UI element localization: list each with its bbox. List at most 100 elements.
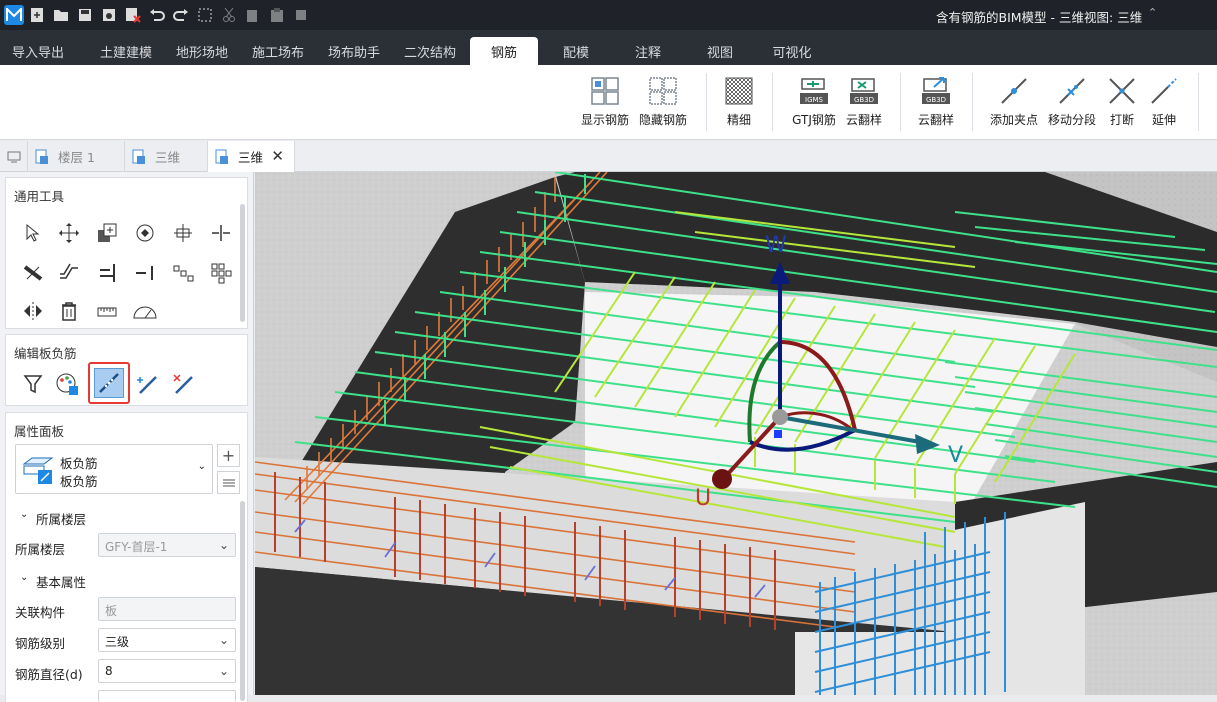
tab-formwork[interactable]: 配模: [548, 37, 604, 65]
tab-rebar[interactable]: 钢筋: [470, 37, 538, 65]
break-button[interactable]: 打断: [1106, 75, 1138, 135]
break-icon: [1109, 78, 1135, 104]
gtj-rebar-icon: IGMS: [800, 78, 828, 104]
delete-icon[interactable]: [56, 298, 82, 324]
select-pointer-icon[interactable]: [20, 220, 46, 246]
gtj-icon-text: IGMS: [805, 96, 824, 104]
save-icon[interactable]: [75, 5, 95, 25]
grid-array-icon[interactable]: [208, 260, 234, 286]
next-property-field[interactable]: [98, 690, 236, 702]
group-floor-title[interactable]: 所属楼层: [36, 509, 86, 528]
document-tab-bar: 楼层 1 三维 三维 ✕: [0, 141, 1217, 172]
copy-icon[interactable]: [243, 5, 263, 25]
copy-tool-icon[interactable]: [94, 220, 120, 246]
gb3d-icon-text: GB3D: [926, 96, 946, 104]
add-point-button[interactable]: 添加夹点: [988, 75, 1040, 135]
chevron-down-icon[interactable]: ⌄: [20, 509, 28, 520]
title-dropdown-icon[interactable]: ⌃: [1148, 6, 1157, 19]
type-selector[interactable]: 板负筋 板负筋 ⌄: [15, 444, 213, 494]
rotate-icon[interactable]: [132, 220, 158, 246]
tools-scrollbar[interactable]: [240, 204, 245, 322]
doc-tab-3d-active[interactable]: 三维 ✕: [208, 141, 295, 172]
title-bar: 含有钢筋的BIM模型 - 三维视图: 三维 ⌃: [0, 0, 1217, 30]
open-folder-icon[interactable]: [51, 5, 71, 25]
tab-annotation[interactable]: 注释: [620, 37, 676, 65]
hide-rebar-icon: [649, 77, 677, 105]
cut-icon[interactable]: [219, 5, 239, 25]
ribbon-separator: [900, 73, 901, 131]
layers-icon[interactable]: [291, 5, 311, 25]
floor-field: GFY-首层-1 ⌄: [98, 533, 236, 557]
trim-icon[interactable]: [20, 260, 46, 286]
gizmo-center[interactable]: [772, 409, 788, 425]
split-icon[interactable]: [208, 220, 234, 246]
gtj-rebar-button[interactable]: IGMS GTJ钢筋: [790, 75, 838, 135]
show-rebar-icon: [591, 77, 619, 105]
break-tool-icon[interactable]: [132, 260, 158, 286]
tab-visualization[interactable]: 可视化: [760, 37, 824, 65]
diameter-label: 钢筋直径(d): [15, 667, 83, 682]
tab-layout-assistant[interactable]: 场布助手: [316, 37, 392, 65]
array-icon[interactable]: [170, 260, 196, 286]
tab-list-icon[interactable]: [0, 141, 28, 172]
undo-icon[interactable]: [147, 5, 167, 25]
edit-rebar-tool-icon[interactable]: [94, 368, 124, 398]
angle-measure-icon[interactable]: [132, 298, 158, 324]
move-segment-button[interactable]: 移动分段: [1046, 75, 1098, 135]
doc-tab-3d[interactable]: 三维: [125, 141, 208, 172]
new-file-icon[interactable]: [27, 5, 47, 25]
show-rebar-button[interactable]: 显示钢筋: [580, 75, 630, 135]
chevron-down-icon[interactable]: ⌄: [198, 461, 206, 472]
redo-icon[interactable]: [171, 5, 191, 25]
close-tab-icon[interactable]: ✕: [271, 147, 284, 165]
3d-scene[interactable]: W V U: [255, 172, 1217, 695]
hide-rebar-button[interactable]: 隐藏钢筋: [638, 75, 688, 135]
palette-icon[interactable]: [54, 371, 80, 397]
extend-button[interactable]: 延伸: [1148, 75, 1180, 135]
grade-select[interactable]: 三级 ⌄: [98, 628, 236, 652]
group-basic-title[interactable]: 基本属性: [36, 572, 86, 591]
tab-secondary-structure[interactable]: 二次结构: [392, 37, 468, 65]
floor-label: 所属楼层: [15, 542, 66, 557]
chevron-down-icon[interactable]: ⌄: [20, 572, 28, 583]
gizmo-plane-handle[interactable]: [774, 430, 782, 438]
general-tools-title: 通用工具: [14, 189, 65, 204]
measure-icon[interactable]: [94, 298, 120, 324]
diameter-value: 8: [105, 664, 113, 678]
tab-terrain[interactable]: 地形场地: [164, 37, 240, 65]
tab-site-layout[interactable]: 施工场布: [240, 37, 316, 65]
app-logo-icon[interactable]: [4, 5, 24, 25]
add-rebar-icon[interactable]: [134, 371, 160, 397]
delete-rebar-icon[interactable]: [170, 371, 196, 397]
assoc-value: 板: [105, 604, 118, 618]
align-icon[interactable]: [170, 220, 196, 246]
save-as-icon[interactable]: [99, 5, 119, 25]
gb3d-icon-text: GB3D: [854, 96, 874, 104]
tab-view[interactable]: 视图: [692, 37, 748, 65]
general-tools-section: 通用工具: [5, 177, 248, 329]
select-icon[interactable]: [195, 5, 215, 25]
hide-rebar-label: 隐藏钢筋: [638, 113, 687, 127]
diameter-select[interactable]: 8 ⌄: [98, 659, 236, 683]
doc-tab-floor-1[interactable]: 楼层 1: [28, 141, 125, 172]
add-type-icon[interactable]: +: [217, 444, 240, 467]
filter-icon[interactable]: [20, 371, 46, 397]
gizmo-handle-u[interactable]: [712, 469, 732, 489]
mirror-icon[interactable]: [20, 298, 46, 324]
close-file-icon[interactable]: [123, 5, 143, 25]
tab-import-export[interactable]: 导入导出: [0, 37, 76, 65]
properties-scrollbar[interactable]: [240, 501, 245, 701]
slab-rebar-type-icon: [22, 457, 54, 484]
offset-icon[interactable]: [56, 260, 82, 286]
edit-type-icon[interactable]: [217, 471, 240, 494]
fine-button[interactable]: 精细: [722, 75, 756, 135]
window-title: 含有钢筋的BIM模型 - 三维视图: 三维: [936, 10, 1143, 25]
cloud-sample-2-button[interactable]: GB3D 云翻样: [916, 75, 956, 135]
tab-civil-modeling[interactable]: 土建建模: [88, 37, 164, 65]
move-icon[interactable]: [56, 220, 82, 246]
3d-viewport[interactable]: W V U: [255, 172, 1217, 695]
paste-icon[interactable]: [267, 5, 287, 25]
chevron-down-icon: ⌄: [218, 538, 229, 552]
cloud-sample-button[interactable]: GB3D 云翻样: [844, 75, 884, 135]
extend-tool-icon[interactable]: [94, 260, 120, 286]
